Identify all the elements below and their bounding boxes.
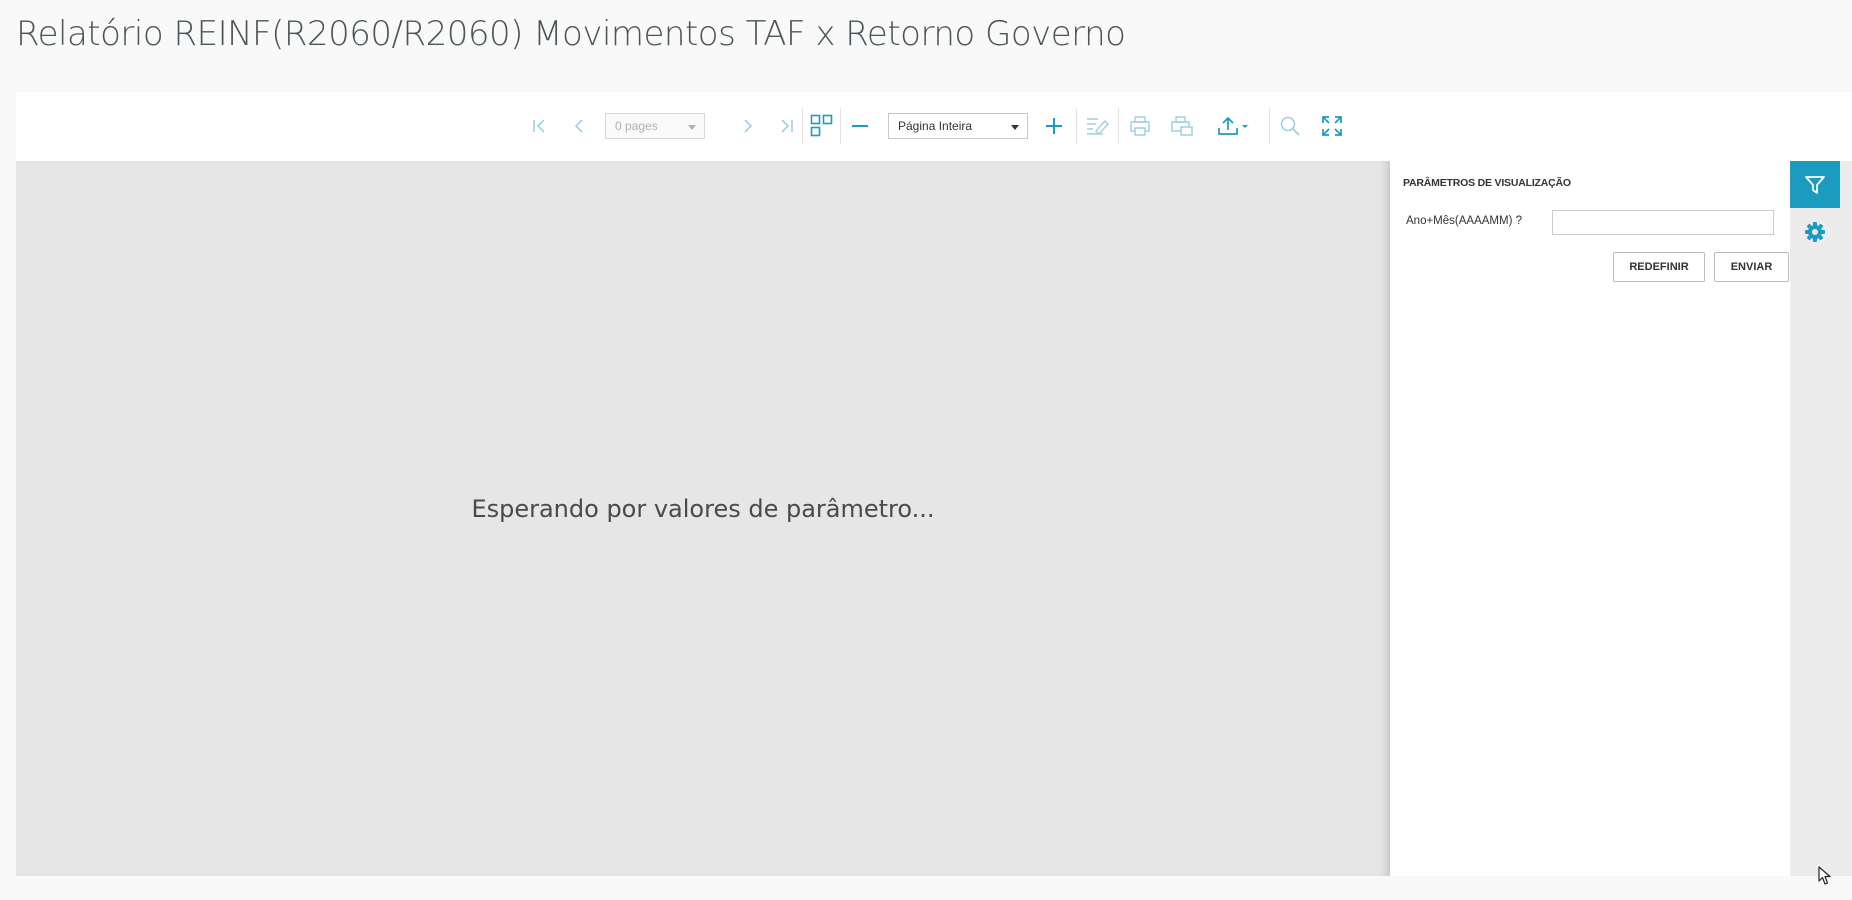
gear-icon (1805, 221, 1825, 242)
reset-button[interactable]: REDEFINIR (1613, 252, 1705, 282)
print-page-icon (1171, 116, 1193, 136)
zoom-select-value: Página Inteira (898, 119, 973, 133)
zoom-out-button[interactable] (844, 110, 876, 142)
chevron-down-icon (688, 125, 696, 130)
pages-select-value: 0 pages (615, 119, 658, 133)
toolbar-divider (1118, 108, 1119, 144)
toolbar-divider (802, 108, 803, 144)
multi-page-view-button[interactable] (806, 110, 838, 142)
export-button[interactable] (1212, 110, 1256, 142)
viewer-toolbar: 0 pages Página Inteira (16, 92, 1852, 161)
search-icon (1280, 116, 1300, 136)
parameters-panel: Parâmetros de visualização Ano+Mês(AAAAM… (1390, 161, 1790, 876)
year-month-input[interactable] (1552, 210, 1774, 235)
printer-icon (1130, 116, 1150, 136)
upload-icon (1218, 116, 1248, 135)
settings-tab[interactable] (1790, 208, 1840, 255)
zoom-in-button[interactable] (1038, 110, 1070, 142)
search-button[interactable] (1274, 110, 1306, 142)
page-title: Relatório REINF(R2060/R2060) Movimentos … (16, 14, 1126, 54)
first-page-icon (533, 119, 545, 133)
plus-icon (1046, 118, 1062, 134)
year-month-label: Ano+Mês(AAAAMM) ? (1406, 215, 1522, 227)
previous-page-button[interactable] (564, 110, 596, 142)
report-viewer: 0 pages Página Inteira Esperando por val… (16, 92, 1852, 876)
last-page-icon (781, 119, 793, 133)
chevron-right-icon (744, 119, 753, 133)
next-page-button[interactable] (731, 110, 763, 142)
filter-icon (1805, 175, 1825, 194)
parameters-panel-title: Parâmetros de visualização (1403, 177, 1571, 189)
toolbar-divider (1269, 108, 1270, 144)
fullscreen-button[interactable] (1316, 110, 1348, 142)
toolbar-divider (1076, 108, 1077, 144)
pages-select[interactable]: 0 pages (605, 113, 705, 139)
edit-button[interactable] (1081, 110, 1113, 142)
side-rail (1790, 161, 1852, 876)
last-page-button[interactable] (770, 110, 802, 142)
print-button[interactable] (1124, 110, 1156, 142)
grid-view-icon (810, 114, 833, 137)
document-preview-area: Esperando por valores de parâmetro... (16, 161, 1390, 876)
print-page-button[interactable] (1166, 110, 1198, 142)
submit-button[interactable]: ENVIAR (1714, 252, 1789, 282)
first-page-button[interactable] (524, 110, 556, 142)
parameters-tab[interactable] (1790, 161, 1840, 208)
chevron-left-icon (574, 119, 583, 133)
zoom-select[interactable]: Página Inteira (888, 113, 1028, 139)
chevron-down-icon (1011, 125, 1019, 130)
waiting-message: Esperando por valores de parâmetro... (471, 494, 935, 523)
fullscreen-icon (1322, 116, 1342, 136)
minus-icon (852, 125, 868, 127)
toolbar-divider (840, 108, 841, 144)
edit-icon (1087, 118, 1109, 136)
mouse-cursor-icon (1818, 866, 1832, 891)
